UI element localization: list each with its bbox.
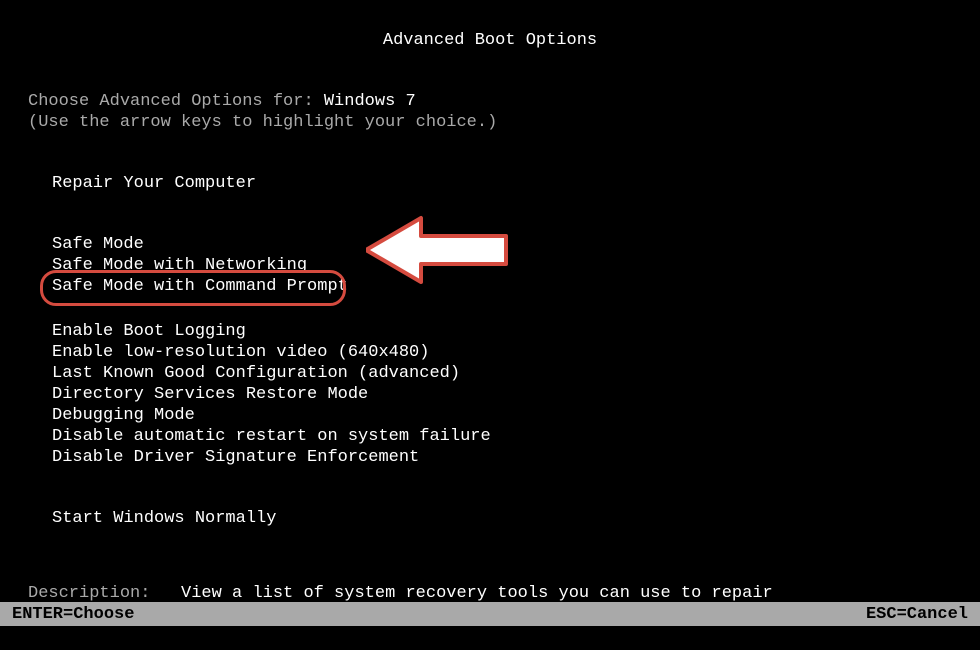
menu-item-directory-services-restore[interactable]: Directory Services Restore Mode	[0, 384, 980, 405]
os-name: Windows 7	[324, 92, 416, 111]
menu-item-label: Directory Services Restore Mode	[50, 384, 370, 405]
intro-prefix: Choose Advanced Options for:	[28, 92, 324, 111]
boot-options-screen: 2-remove-virus.com Advanced Boot Options…	[0, 0, 980, 650]
menu-item-label: Debugging Mode	[50, 405, 197, 426]
footer-enter: ENTER=Choose	[12, 604, 134, 625]
menu-item-label: Last Known Good Configuration (advanced)	[50, 363, 462, 384]
menu-item-label: Enable low-resolution video (640x480)	[50, 342, 431, 363]
intro-hint: (Use the arrow keys to highlight your ch…	[28, 113, 497, 132]
description-text-1: View a list of system recovery tools you…	[181, 584, 773, 603]
menu-item-disable-auto-restart[interactable]: Disable automatic restart on system fail…	[0, 426, 980, 447]
menu-item-label: Disable automatic restart on system fail…	[50, 426, 493, 447]
menu-item-disable-driver-sig[interactable]: Disable Driver Signature Enforcement	[0, 447, 980, 468]
menu-item-label: Disable Driver Signature Enforcement	[50, 447, 421, 468]
description-block: Description: View a list of system recov…	[0, 583, 980, 604]
menu-item-debugging-mode[interactable]: Debugging Mode	[0, 405, 980, 426]
footer-bar: ENTER=Choose ESC=Cancel	[0, 602, 980, 626]
menu-item-label: Start Windows Normally	[50, 508, 278, 529]
menu-item-low-res-video[interactable]: Enable low-resolution video (640x480)	[0, 342, 980, 363]
menu-item-safe-mode[interactable]: Safe Mode	[0, 234, 980, 255]
description-label: Description:	[28, 584, 150, 603]
menu-item-safe-mode-command-prompt[interactable]: Safe Mode with Command Prompt	[0, 276, 980, 297]
menu-item-boot-logging[interactable]: Enable Boot Logging	[0, 321, 980, 342]
menu-item-label: Repair Your Computer	[50, 173, 258, 194]
page-title: Advanced Boot Options	[383, 30, 597, 51]
intro-block: Choose Advanced Options for: Windows 7 (…	[0, 91, 980, 133]
menu-item-label: Safe Mode with Networking	[50, 255, 309, 276]
menu-item-safe-mode-networking[interactable]: Safe Mode with Networking	[0, 255, 980, 276]
menu-item-start-normally[interactable]: Start Windows Normally	[0, 508, 980, 529]
menu-item-label: Safe Mode with Command Prompt	[50, 276, 350, 297]
menu-item-label: Enable Boot Logging	[50, 321, 248, 342]
menu-item-repair[interactable]: Repair Your Computer	[0, 173, 980, 194]
title-bar: Advanced Boot Options	[0, 0, 980, 51]
menu-item-label: Safe Mode	[50, 234, 146, 255]
footer-esc: ESC=Cancel	[866, 604, 968, 625]
menu-item-last-known-good[interactable]: Last Known Good Configuration (advanced)	[0, 363, 980, 384]
